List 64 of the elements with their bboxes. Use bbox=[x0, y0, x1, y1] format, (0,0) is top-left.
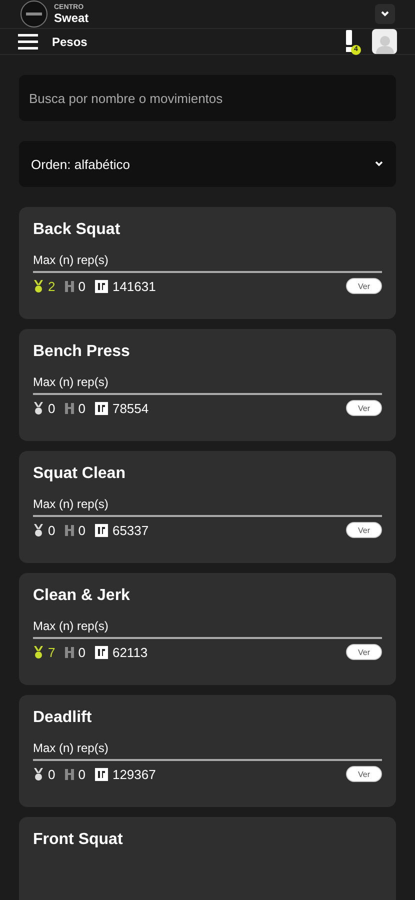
logo-icon bbox=[95, 402, 108, 414]
exercise-card[interactable]: Deadlift Max (n) rep(s) 0 0 129367 Ver bbox=[19, 695, 396, 807]
exercise-card[interactable]: Front Squat bbox=[19, 817, 396, 900]
dumbbell-icon bbox=[65, 646, 74, 658]
exclamation-icon bbox=[346, 30, 352, 52]
medal-icon bbox=[33, 646, 44, 658]
exercise-card[interactable]: Squat Clean Max (n) rep(s) 0 0 65337 Ver bbox=[19, 451, 396, 563]
person-icon bbox=[374, 34, 394, 54]
dumbbell-icon bbox=[65, 524, 74, 536]
search-field[interactable]: Busca por nombre o movimientos bbox=[19, 75, 396, 121]
metric-label: Max (n) rep(s) bbox=[33, 375, 382, 395]
entry-number: 78554 bbox=[112, 400, 149, 416]
medal-icon bbox=[33, 524, 44, 536]
medal-icon bbox=[33, 402, 44, 414]
avatar-button[interactable] bbox=[372, 29, 397, 54]
exercise-card[interactable]: Clean & Jerk Max (n) rep(s) 7 0 62113 Ver bbox=[19, 573, 396, 685]
medal-count: 0 bbox=[48, 766, 56, 782]
exercise-card[interactable]: Bench Press Max (n) rep(s) 0 0 78554 Ver bbox=[19, 329, 396, 441]
entry-number: 129367 bbox=[112, 766, 156, 782]
view-button[interactable]: Ver bbox=[346, 522, 382, 538]
record-count: 0 bbox=[78, 522, 86, 538]
dumbbell-icon bbox=[65, 280, 74, 292]
exercise-name: Bench Press bbox=[33, 343, 131, 361]
dumbbell-icon bbox=[65, 768, 74, 780]
record-count: 0 bbox=[78, 278, 86, 294]
record-count: 0 bbox=[78, 766, 86, 782]
metric-label: Max (n) rep(s) bbox=[33, 497, 382, 517]
exercise-name: Clean & Jerk bbox=[33, 587, 131, 605]
metric-label: Max (n) rep(s) bbox=[33, 741, 382, 761]
metric-label: Max (n) rep(s) bbox=[33, 253, 382, 273]
exercise-name: Back Squat bbox=[33, 221, 122, 239]
record-count: 0 bbox=[78, 400, 86, 416]
entry-number: 62113 bbox=[112, 644, 148, 660]
brand-title: Sweat bbox=[54, 10, 90, 24]
entry-number: 65337 bbox=[112, 522, 149, 538]
entry-number: 141631 bbox=[112, 278, 156, 294]
exercise-card[interactable]: Back Squat Max (n) rep(s) 2 0 141631 Ver bbox=[19, 207, 396, 319]
exercise-name: Deadlift bbox=[33, 709, 93, 727]
medal-count: 0 bbox=[48, 400, 56, 416]
menu-icon[interactable] bbox=[18, 34, 38, 50]
view-button[interactable]: Ver bbox=[346, 400, 382, 416]
exercise-name: Squat Clean bbox=[33, 465, 126, 483]
view-button[interactable]: Ver bbox=[346, 644, 382, 660]
logo-icon bbox=[95, 768, 108, 780]
logo-icon bbox=[20, 0, 48, 28]
metric-label: Max (n) rep(s) bbox=[33, 619, 382, 639]
dumbbell-icon bbox=[65, 402, 74, 414]
logo-icon bbox=[95, 646, 108, 658]
medal-icon bbox=[33, 768, 44, 780]
view-button[interactable]: Ver bbox=[346, 766, 382, 782]
medal-count: 0 bbox=[48, 522, 56, 538]
chevron-icon bbox=[380, 9, 390, 19]
medal-count: 7 bbox=[48, 644, 56, 660]
view-button[interactable]: Ver bbox=[346, 278, 382, 294]
medal-icon bbox=[33, 280, 44, 292]
record-count: 0 bbox=[78, 644, 86, 660]
dropdown-button[interactable] bbox=[375, 4, 395, 24]
logo-icon bbox=[95, 280, 108, 292]
sort-dropdown[interactable]: Orden: alfabético bbox=[19, 141, 396, 187]
medal-count: 2 bbox=[48, 278, 56, 294]
chevron-icon bbox=[374, 159, 384, 169]
logo-icon bbox=[95, 524, 108, 536]
exercise-name: Front Squat bbox=[33, 831, 124, 849]
page-title: Pesos bbox=[52, 34, 88, 48]
